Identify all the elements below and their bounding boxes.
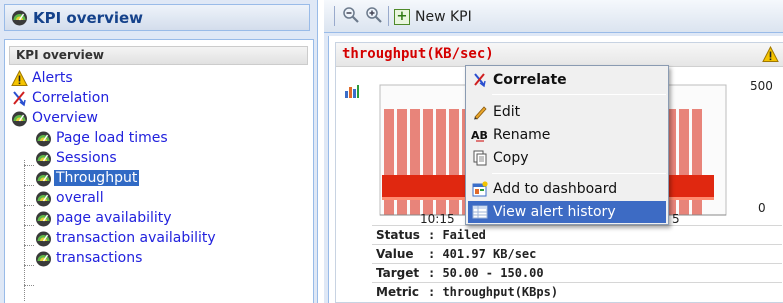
zoom-in-button[interactable] bbox=[364, 7, 384, 27]
toolbar-separator bbox=[334, 6, 335, 26]
menu-separator bbox=[492, 173, 666, 174]
value-value: : 401.97 KB/sec bbox=[424, 244, 782, 264]
chart-icon[interactable] bbox=[344, 83, 360, 103]
table-icon bbox=[471, 203, 489, 221]
table-row: Status : Failed bbox=[372, 225, 782, 245]
gauge-icon bbox=[11, 9, 28, 26]
target-key: Target bbox=[372, 263, 424, 283]
tree-item-label: Overview bbox=[32, 110, 98, 126]
tree-item-overall[interactable]: overall bbox=[35, 188, 106, 208]
correlate-icon bbox=[471, 71, 489, 89]
zoom-in-icon bbox=[365, 6, 383, 28]
tree-item-label: Correlation bbox=[32, 90, 110, 106]
menu-item-label: Correlate bbox=[493, 72, 567, 88]
menu-item-label: View alert history bbox=[493, 204, 616, 220]
tree-connector bbox=[24, 165, 34, 166]
y-axis-tick: 500 bbox=[750, 79, 773, 93]
x-axis-tick: 5 bbox=[672, 212, 680, 226]
menu-item-correlate[interactable]: Correlate bbox=[468, 69, 666, 91]
tree-item-overview[interactable]: Overview bbox=[11, 108, 100, 128]
new-kpi-button[interactable]: + New KPI bbox=[394, 6, 472, 28]
metric-value: : throughput(KBps) bbox=[424, 282, 782, 302]
new-kpi-label: New KPI bbox=[415, 9, 472, 25]
tree-connector bbox=[24, 225, 34, 226]
tree-item-label: Throughput bbox=[54, 170, 140, 186]
svg-text:AB: AB bbox=[471, 129, 488, 142]
tree-connector bbox=[24, 185, 34, 186]
tree-item-label: Alerts bbox=[32, 70, 73, 86]
plus-icon: + bbox=[394, 9, 410, 25]
gauge-icon bbox=[35, 210, 52, 227]
gauge-icon bbox=[35, 230, 52, 247]
tree-connector bbox=[24, 205, 34, 206]
tree-connector bbox=[24, 245, 34, 246]
value-key: Value bbox=[372, 244, 424, 264]
toolbar-separator bbox=[388, 6, 389, 26]
zoom-out-button[interactable] bbox=[341, 7, 361, 27]
table-row: Metric : throughput(KBps) bbox=[372, 282, 782, 302]
x-axis-tick: 10:15 bbox=[420, 212, 455, 226]
target-value: : 50.00 - 150.00 bbox=[424, 263, 782, 283]
gauge-icon bbox=[35, 150, 52, 167]
menu-item-add-to-dashboard[interactable]: Add to dashboard bbox=[468, 178, 666, 200]
copy-icon bbox=[471, 149, 489, 167]
tree-item-label: overall bbox=[56, 190, 104, 206]
status-value: : Failed bbox=[424, 225, 782, 245]
tree-connector bbox=[24, 285, 34, 286]
panel-title: KPI overview bbox=[33, 8, 144, 27]
menu-item-label: Rename bbox=[493, 127, 551, 143]
menu-item-view-alert-history[interactable]: View alert history bbox=[468, 201, 666, 223]
menu-separator bbox=[492, 94, 666, 95]
tree-item-label: transaction availability bbox=[56, 230, 216, 246]
context-menu: Correlate Edit AB Rename Copy Add to das… bbox=[465, 65, 669, 225]
tree-item-label: transactions bbox=[56, 250, 143, 266]
y-axis-tick: 0 bbox=[758, 201, 766, 215]
toolbar: + New KPI bbox=[324, 0, 783, 33]
menu-item-label: Edit bbox=[493, 104, 521, 120]
status-key: Status bbox=[372, 225, 424, 245]
tree-item-correlation[interactable]: Correlation bbox=[11, 88, 111, 108]
gauge-icon bbox=[35, 190, 52, 207]
gauge-icon bbox=[35, 130, 52, 147]
gauge-icon bbox=[11, 110, 28, 127]
tree-item-label: Sessions bbox=[56, 150, 117, 166]
kpi-tree-panel: KPI overview KPI overview Alerts Correla… bbox=[0, 0, 318, 303]
tree-item-transaction-availability[interactable]: transaction availability bbox=[35, 228, 218, 248]
kpi-tree: KPI overview Alerts Correlation Overview bbox=[4, 39, 314, 303]
tree-item-alerts[interactable]: Alerts bbox=[11, 68, 75, 88]
warning-icon bbox=[762, 45, 779, 67]
tree-item-throughput[interactable]: Throughput bbox=[35, 168, 140, 188]
tree-item-label: page availability bbox=[56, 210, 172, 226]
kpi-title: throughput(KB/sec) bbox=[342, 46, 494, 62]
tree-item-page-availability[interactable]: page availability bbox=[35, 208, 174, 228]
tree-connector bbox=[24, 160, 25, 301]
menu-item-rename[interactable]: AB Rename bbox=[468, 124, 666, 146]
tree-connector bbox=[24, 265, 34, 266]
tree-root-title: KPI overview bbox=[9, 46, 308, 65]
kpi-info-table: Status : Failed Value : 401.97 KB/sec Ta… bbox=[372, 225, 782, 302]
gauge-icon bbox=[35, 250, 52, 267]
gauge-icon bbox=[35, 170, 52, 187]
tree-item-page-load-times[interactable]: Page load times bbox=[35, 128, 170, 148]
table-row: Target : 50.00 - 150.00 bbox=[372, 263, 782, 283]
menu-item-label: Add to dashboard bbox=[493, 181, 618, 197]
kpi-card-header: throughput(KB/sec) bbox=[336, 43, 783, 67]
tree-item-transactions[interactable]: transactions bbox=[35, 248, 144, 268]
dashboard-icon bbox=[471, 180, 489, 198]
menu-item-label: Copy bbox=[493, 150, 529, 166]
tree-item-label: Page load times bbox=[56, 130, 168, 146]
pencil-icon bbox=[471, 103, 489, 121]
table-row: Value : 401.97 KB/sec bbox=[372, 244, 782, 264]
rename-icon: AB bbox=[471, 126, 489, 144]
metric-key: Metric bbox=[372, 282, 424, 302]
zoom-out-icon bbox=[342, 6, 360, 28]
kpi-panel-header: KPI overview bbox=[4, 4, 310, 31]
menu-item-edit[interactable]: Edit bbox=[468, 101, 666, 123]
warning-icon bbox=[11, 69, 28, 87]
correlation-icon bbox=[11, 90, 28, 107]
tree-item-sessions[interactable]: Sessions bbox=[35, 148, 119, 168]
menu-item-copy[interactable]: Copy bbox=[468, 147, 666, 169]
